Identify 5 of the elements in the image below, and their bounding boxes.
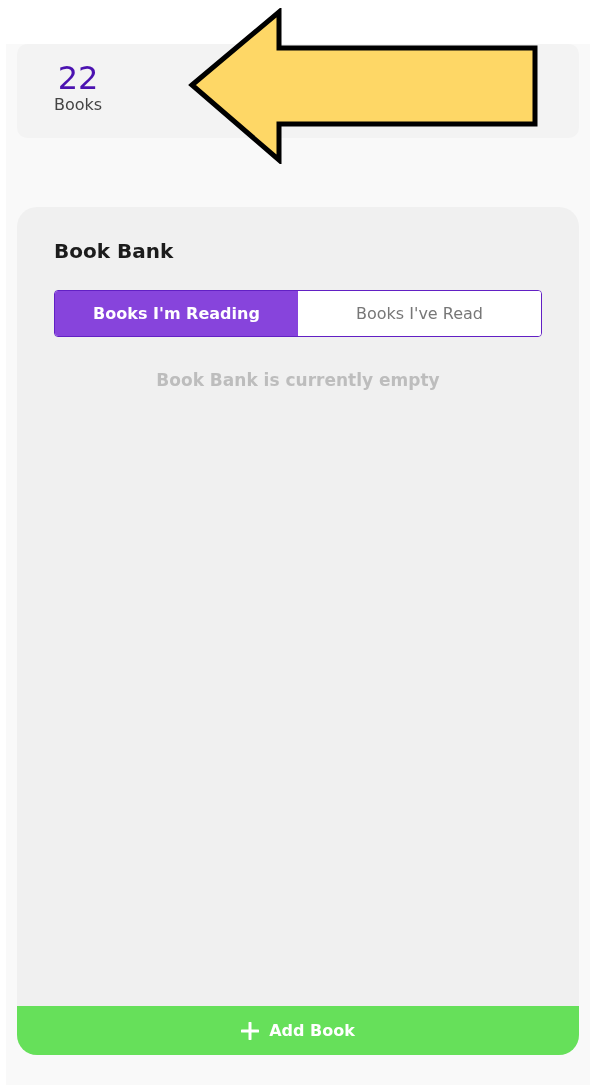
book-count: 22 (57, 60, 99, 96)
plus-icon (241, 1021, 260, 1040)
book-bank-title: Book Bank (54, 239, 175, 263)
tab[interactable]: Books I'm Reading (55, 291, 298, 336)
book-count-label: Books (54, 96, 103, 114)
